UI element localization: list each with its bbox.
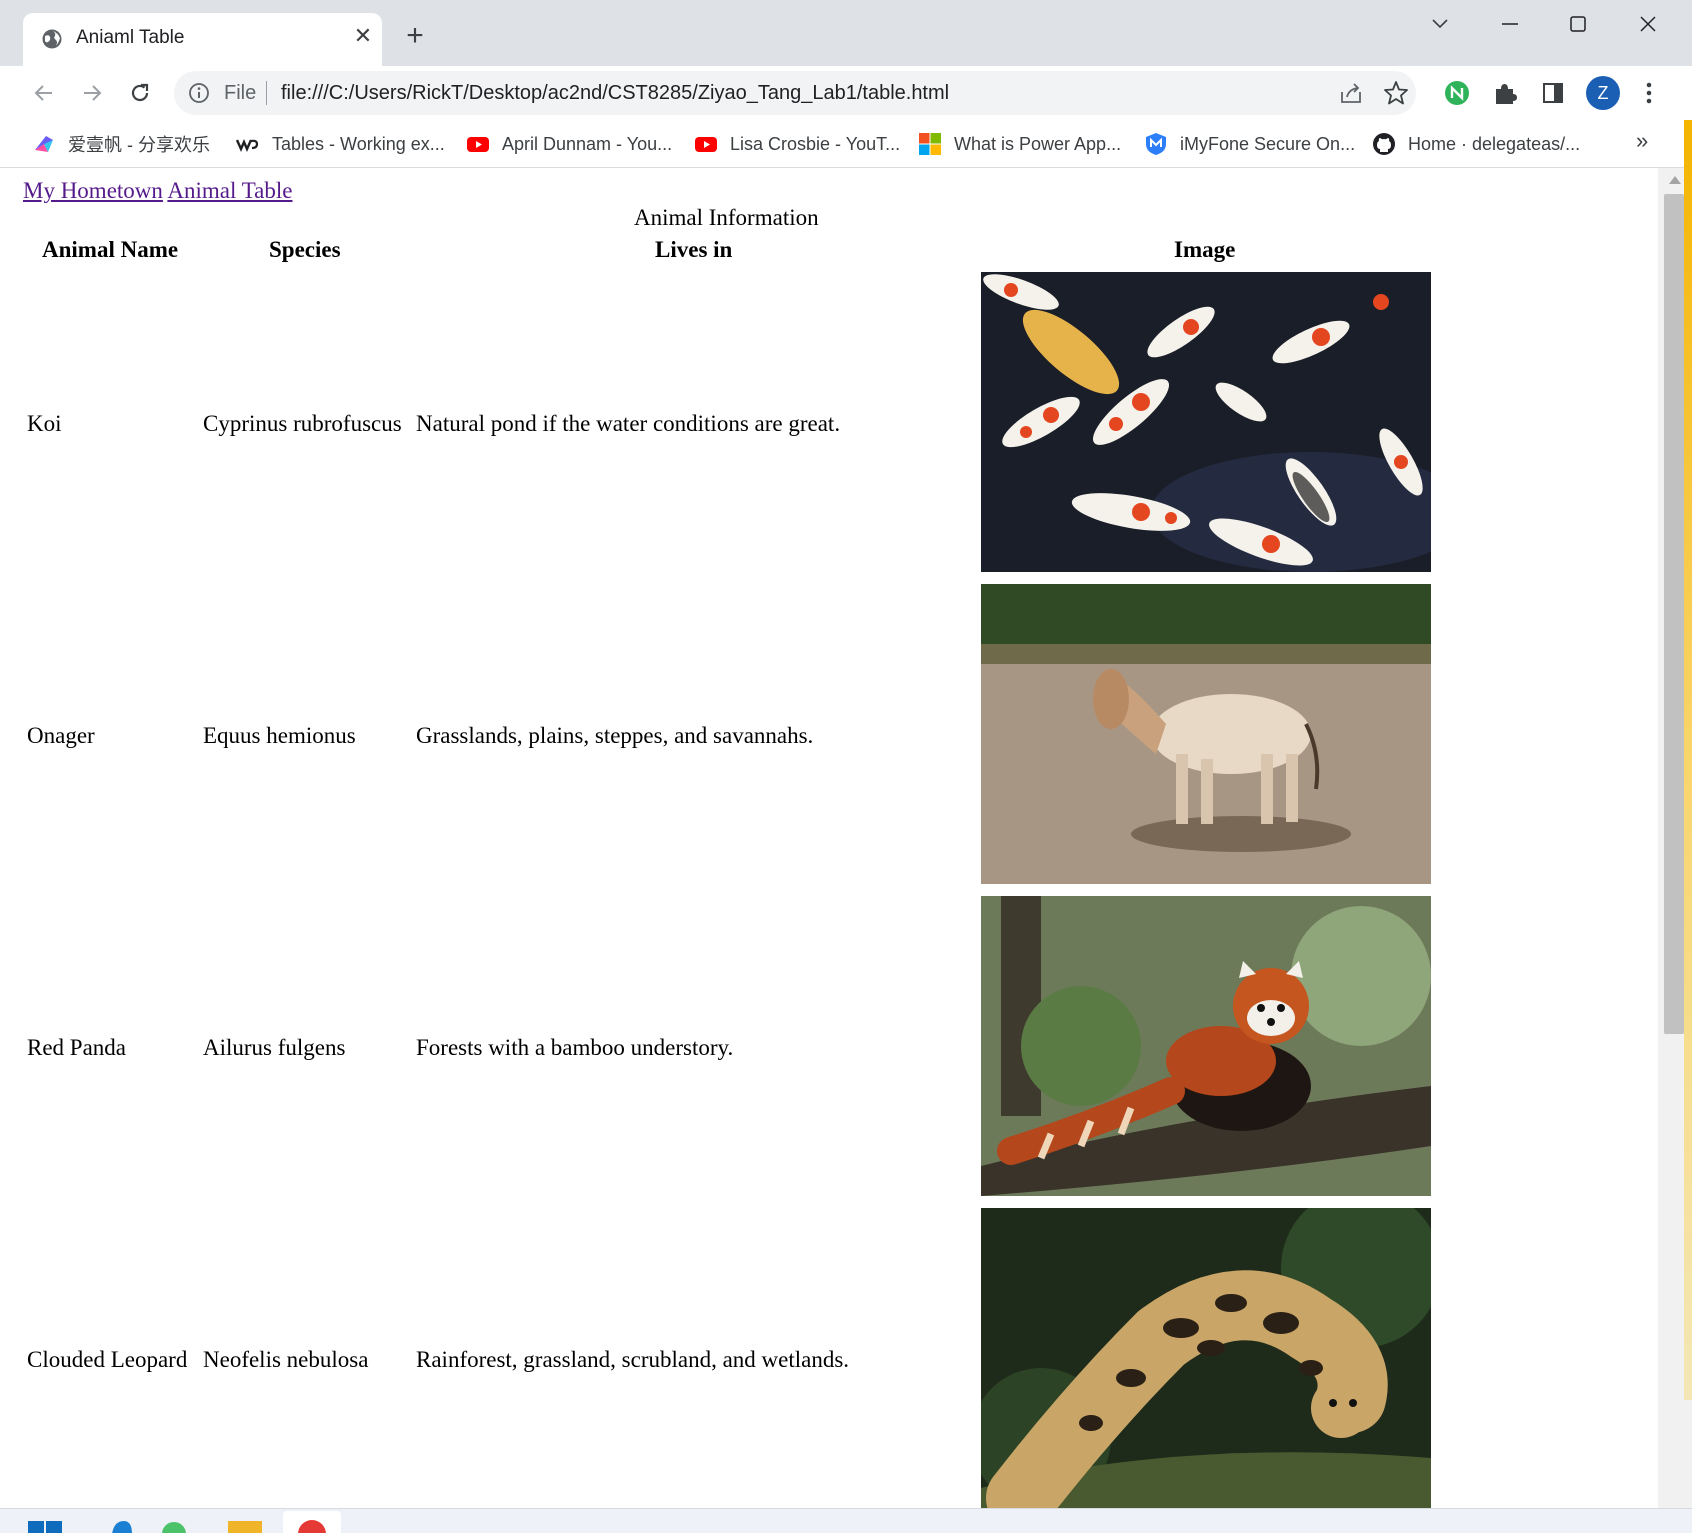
window-edge-accent bbox=[1684, 120, 1692, 1400]
chat-icon[interactable] bbox=[160, 1517, 188, 1533]
page-nav-links: My Hometown Animal Table bbox=[23, 178, 292, 204]
cell-species: Cyprinus rubrofuscus bbox=[203, 411, 402, 436]
bookmark-power-apps[interactable]: What is Power App... bbox=[918, 130, 1121, 158]
cell-animal-name: Onager bbox=[27, 723, 95, 748]
new-tab-button[interactable]: + bbox=[398, 20, 432, 54]
bookmarks-bar: 爱壹帆 - 分享欢乐 Tables - Working ex... April … bbox=[0, 120, 1692, 168]
link-animal-table[interactable]: Animal Table bbox=[167, 178, 292, 203]
bookmark-label: Lisa Crosbie - YouT... bbox=[730, 133, 901, 154]
extensions-puzzle-icon[interactable] bbox=[1490, 78, 1520, 108]
os-taskbar bbox=[0, 1508, 1692, 1533]
cell-lives-in: Rainforest, grassland, scrubland, and we… bbox=[416, 1347, 850, 1372]
cell-animal-name: Clouded Leopard bbox=[27, 1347, 188, 1372]
github-icon bbox=[1373, 133, 1395, 155]
onager-image bbox=[981, 584, 1431, 884]
bookmark-april-dunnam[interactable]: April Dunnam - You... bbox=[466, 130, 672, 158]
profile-avatar[interactable]: Z bbox=[1586, 76, 1620, 110]
header-animal-name: Animal Name bbox=[42, 237, 179, 262]
scroll-up-arrow-icon[interactable] bbox=[1669, 176, 1681, 184]
bookmark-tables-working[interactable]: Tables - Working ex... bbox=[236, 130, 445, 158]
tab-animal-table[interactable]: Aniaml Table ✕ bbox=[23, 13, 382, 66]
cell-animal-name: Red Panda bbox=[27, 1035, 127, 1060]
cell-animal-name: Koi bbox=[27, 411, 62, 436]
bookmark-label: iMyFone Secure On... bbox=[1180, 133, 1356, 154]
edge-icon[interactable] bbox=[110, 1515, 134, 1533]
page-viewport: My Hometown Animal Table Animal Informat… bbox=[12, 168, 1658, 1508]
bookmark-label: What is Power App... bbox=[954, 133, 1122, 154]
bookmark-label: 爱壹帆 - 分享欢乐 bbox=[68, 135, 210, 155]
browser-titlebar: Aniaml Table ✕ + bbox=[0, 0, 1692, 66]
imyfone-shield-icon bbox=[1146, 133, 1166, 155]
bookmark-label: Home · delegateas/... bbox=[1408, 133, 1581, 154]
windows-start-icon[interactable] bbox=[28, 1517, 64, 1533]
red-panda-image bbox=[981, 896, 1431, 1196]
taskbar-active-app[interactable] bbox=[283, 1511, 341, 1533]
folder-icon[interactable] bbox=[226, 1517, 264, 1533]
reload-icon[interactable] bbox=[122, 75, 158, 111]
tab-close-icon[interactable]: ✕ bbox=[348, 21, 378, 51]
forward-arrow-icon[interactable] bbox=[74, 75, 110, 111]
scroll-thumb[interactable] bbox=[1664, 194, 1684, 1034]
info-icon[interactable] bbox=[188, 82, 210, 104]
extension-n-icon[interactable] bbox=[1442, 78, 1472, 108]
globe-icon bbox=[42, 29, 62, 49]
header-lives-in: Lives in bbox=[655, 237, 733, 262]
w3-logo-icon bbox=[236, 138, 259, 152]
maximize-icon[interactable] bbox=[1548, 6, 1608, 42]
aiyifan-logo-icon bbox=[35, 136, 53, 152]
header-species: Species bbox=[269, 237, 341, 262]
cell-lives-in: Forests with a bamboo understory. bbox=[416, 1035, 734, 1060]
bookmark-label: April Dunnam - You... bbox=[502, 133, 673, 154]
side-panel-icon[interactable] bbox=[1538, 78, 1568, 108]
bookmark-star-icon[interactable] bbox=[1382, 79, 1410, 107]
bookmark-aiyifan[interactable]: 爱壹帆 - 分享欢乐 bbox=[32, 130, 210, 158]
cell-species: Ailurus fulgens bbox=[203, 1035, 346, 1060]
url-divider bbox=[266, 81, 267, 105]
tab-title: Aniaml Table bbox=[76, 27, 185, 48]
cell-species: Neofelis nebulosa bbox=[203, 1347, 369, 1372]
bookmark-lisa-crosbie[interactable]: Lisa Crosbie - YouT... bbox=[694, 130, 900, 158]
cell-lives-in: Natural pond if the water conditions are… bbox=[416, 411, 841, 436]
address-bar[interactable]: File file:///C:/Users/RickT/Desktop/ac2n… bbox=[174, 71, 1416, 115]
window-close-icon[interactable] bbox=[1618, 6, 1678, 42]
url-text[interactable]: file:///C:/Users/RickT/Desktop/ac2nd/CST… bbox=[281, 82, 949, 105]
clouded-leopard-image bbox=[981, 1208, 1431, 1508]
bookmarks-overflow-icon[interactable]: » bbox=[1636, 128, 1648, 154]
tab-search-chevron-icon[interactable] bbox=[1410, 6, 1470, 42]
minimize-icon[interactable] bbox=[1480, 6, 1540, 42]
menu-dots-icon[interactable] bbox=[1634, 78, 1664, 108]
header-image: Image bbox=[1174, 237, 1236, 262]
bookmark-github-delegateas[interactable]: Home · delegateas/... bbox=[1372, 130, 1580, 158]
youtube-icon bbox=[467, 137, 489, 152]
cell-lives-in: Grasslands, plains, steppes, and savanna… bbox=[416, 723, 814, 748]
microsoft-logo-icon bbox=[919, 133, 941, 155]
bookmark-imyfone[interactable]: iMyFone Secure On... bbox=[1144, 130, 1355, 158]
cell-species: Equus hemionus bbox=[203, 723, 356, 748]
link-my-hometown[interactable]: My Hometown bbox=[23, 178, 163, 203]
share-icon[interactable] bbox=[1338, 80, 1364, 106]
url-scheme-label: File bbox=[224, 82, 257, 104]
browser-toolbar: File file:///C:/Users/RickT/Desktop/ac2n… bbox=[0, 66, 1692, 120]
table-caption: Animal Information bbox=[634, 205, 819, 230]
bookmark-label: Tables - Working ex... bbox=[272, 133, 445, 154]
back-arrow-icon[interactable] bbox=[26, 75, 62, 111]
youtube-icon bbox=[695, 137, 717, 152]
koi-image bbox=[981, 272, 1431, 572]
chrome-icon bbox=[298, 1520, 326, 1533]
